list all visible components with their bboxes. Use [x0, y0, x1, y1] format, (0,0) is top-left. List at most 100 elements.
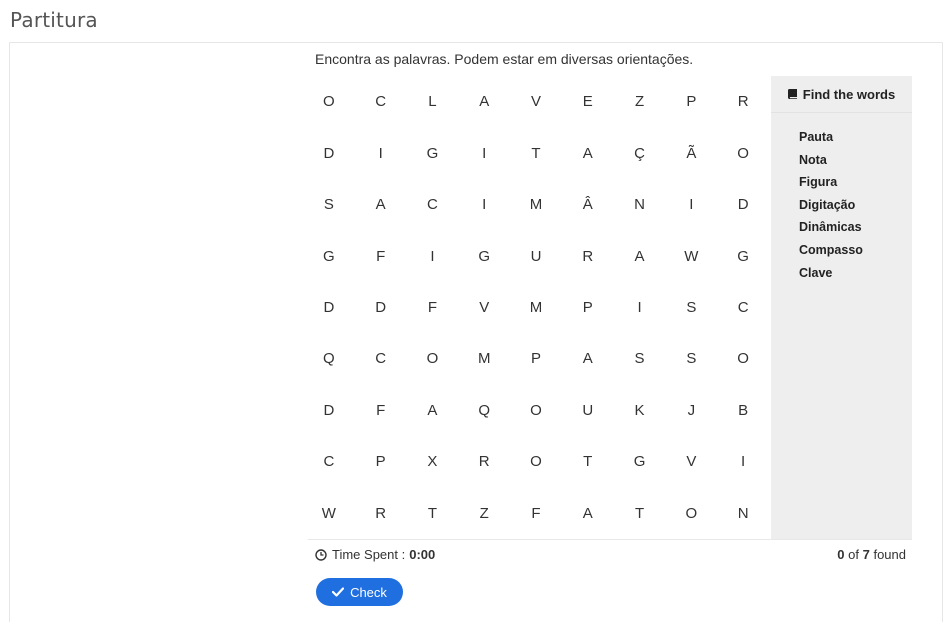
grid-cell[interactable]: C	[355, 76, 407, 127]
page-title: Partitura	[10, 8, 98, 32]
grid-cell[interactable]: C	[407, 179, 459, 230]
word-list-item: Figura	[799, 175, 838, 190]
grid-cell[interactable]: A	[562, 488, 614, 539]
grid-cell[interactable]: Ã	[665, 127, 717, 178]
word-list: Pauta Nota Figura Digitação Dinâmicas Compass…	[771, 113, 912, 285]
grid-cell[interactable]: T	[510, 127, 562, 178]
grid-cell[interactable]: I	[717, 436, 769, 487]
grid-cell[interactable]: V	[665, 436, 717, 487]
grid-cell[interactable]: R	[562, 230, 614, 281]
grid-cell[interactable]: G	[303, 230, 355, 281]
grid-cell[interactable]: O	[665, 488, 717, 539]
grid-cell[interactable]: R	[458, 436, 510, 487]
grid-cell[interactable]: Q	[303, 333, 355, 384]
grid-cell[interactable]: D	[303, 385, 355, 436]
grid-cell[interactable]: P	[355, 436, 407, 487]
grid-cell[interactable]: P	[665, 76, 717, 127]
grid-cell[interactable]: A	[458, 76, 510, 127]
grid-cell[interactable]: G	[717, 230, 769, 281]
instructions-text: Encontra as palavras. Podem estar em div…	[315, 51, 694, 67]
grid-cell[interactable]: Ç	[614, 127, 666, 178]
grid-cell[interactable]: S	[303, 179, 355, 230]
grid-cell[interactable]: W	[303, 488, 355, 539]
grid-cell[interactable]: W	[665, 230, 717, 281]
time-spent-label: Time Spent :	[332, 547, 406, 562]
grid-cell[interactable]: J	[665, 385, 717, 436]
grid-cell[interactable]: C	[303, 436, 355, 487]
word-list-sidebar: Find the words Pauta Nota Figura Digitação D…	[771, 76, 912, 539]
grid-cell[interactable]: Z	[614, 76, 666, 127]
grid-cell[interactable]: M	[510, 179, 562, 230]
check-button-label: Check	[350, 584, 387, 600]
found-label: found	[873, 547, 906, 562]
grid-cell[interactable]: D	[355, 282, 407, 333]
grid-cell[interactable]: Q	[458, 385, 510, 436]
grid-cell[interactable]: L	[407, 76, 459, 127]
grid-cell[interactable]: X	[407, 436, 459, 487]
book-icon	[787, 89, 797, 99]
grid-cell[interactable]: G	[614, 436, 666, 487]
grid-cell[interactable]: B	[717, 385, 769, 436]
found-total: 7	[862, 547, 870, 562]
word-list-item: Clave	[799, 265, 833, 280]
grid-cell[interactable]: P	[510, 333, 562, 384]
grid-cell[interactable]: I	[665, 179, 717, 230]
grid-cell[interactable]: Â	[562, 179, 614, 230]
grid-cell[interactable]: E	[562, 76, 614, 127]
grid-cell[interactable]: P	[562, 282, 614, 333]
found-counter: 0 of 7 found	[837, 547, 906, 562]
grid-cell[interactable]: I	[458, 179, 510, 230]
grid-cell[interactable]: Z	[458, 488, 510, 539]
grid-cell[interactable]: U	[510, 230, 562, 281]
grid-cell[interactable]: V	[458, 282, 510, 333]
grid-cell[interactable]: A	[407, 385, 459, 436]
grid-cell[interactable]: T	[562, 436, 614, 487]
grid-cell[interactable]: A	[562, 333, 614, 384]
grid-cell[interactable]: F	[355, 385, 407, 436]
word-list-item: Pauta	[799, 130, 834, 144]
grid-cell[interactable]: T	[614, 488, 666, 539]
grid-cell[interactable]: O	[303, 76, 355, 127]
grid-cell[interactable]: S	[665, 282, 717, 333]
grid-cell[interactable]: F	[510, 488, 562, 539]
word-search-grid: OCLAVEZPRDIGITAÇÃOSACIMÂNIDGFIGURAWGDDFV…	[303, 76, 769, 539]
grid-cell[interactable]: I	[614, 282, 666, 333]
grid-cell[interactable]: F	[355, 230, 407, 281]
grid-cell[interactable]: I	[458, 127, 510, 178]
grid-cell[interactable]: A	[614, 230, 666, 281]
grid-cell[interactable]: U	[562, 385, 614, 436]
grid-cell[interactable]: K	[614, 385, 666, 436]
grid-cell[interactable]: T	[407, 488, 459, 539]
grid-cell[interactable]: O	[717, 127, 769, 178]
clock-icon	[315, 548, 327, 561]
grid-cell[interactable]: O	[407, 333, 459, 384]
grid-cell[interactable]: V	[510, 76, 562, 127]
grid-cell[interactable]: R	[355, 488, 407, 539]
grid-cell[interactable]: N	[614, 179, 666, 230]
grid-cell[interactable]: D	[717, 179, 769, 230]
grid-cell[interactable]: O	[717, 333, 769, 384]
word-list-item: Nota	[799, 152, 827, 167]
check-button[interactable]: Check	[316, 578, 403, 606]
grid-cell[interactable]: A	[562, 127, 614, 178]
grid-cell[interactable]: M	[510, 282, 562, 333]
grid-cell[interactable]: S	[665, 333, 717, 384]
grid-cell[interactable]: G	[407, 127, 459, 178]
grid-cell[interactable]: D	[303, 127, 355, 178]
grid-cell[interactable]: G	[458, 230, 510, 281]
grid-cell[interactable]: N	[717, 488, 769, 539]
grid-cell[interactable]: C	[355, 333, 407, 384]
grid-cell[interactable]: O	[510, 436, 562, 487]
grid-cell[interactable]: I	[355, 127, 407, 178]
grid-cell[interactable]: I	[407, 230, 459, 281]
grid-cell[interactable]: O	[510, 385, 562, 436]
grid-cell[interactable]: F	[407, 282, 459, 333]
grid-cell[interactable]: C	[717, 282, 769, 333]
found-of: of	[848, 547, 859, 562]
word-list-item: Dinâmicas	[799, 220, 862, 235]
grid-cell[interactable]: R	[717, 76, 769, 127]
grid-cell[interactable]: D	[303, 282, 355, 333]
grid-cell[interactable]: S	[614, 333, 666, 384]
grid-cell[interactable]: A	[355, 179, 407, 230]
grid-cell[interactable]: M	[458, 333, 510, 384]
